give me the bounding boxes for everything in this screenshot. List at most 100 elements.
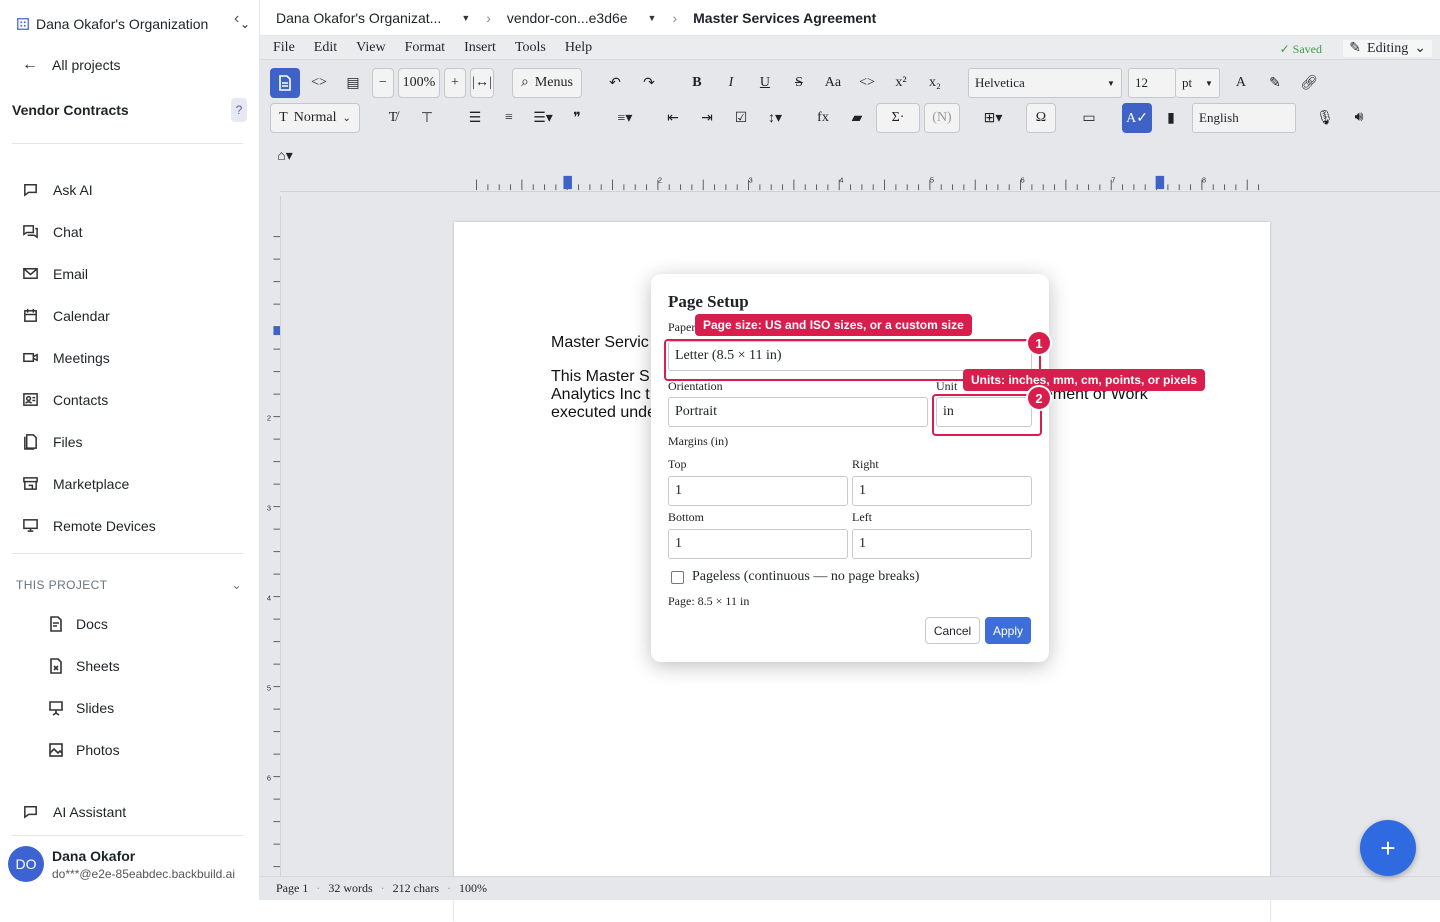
org-switcher[interactable]: Dana Okafor's Organization ⌄ — [16, 16, 250, 32]
document-view-button[interactable] — [270, 68, 300, 98]
orientation-select[interactable]: Portrait — [668, 397, 928, 427]
nav-meetings[interactable]: Meetings — [22, 349, 110, 366]
menus-button[interactable]: ⌕ Menus — [512, 68, 582, 98]
italic-block-button[interactable]: ▰ — [842, 103, 872, 133]
fit-width-button[interactable]: |↔| — [470, 68, 494, 98]
equation-button[interactable]: (N) — [924, 103, 960, 133]
left-margin-marker[interactable] — [563, 175, 572, 190]
project-item-photos[interactable]: Photos — [48, 742, 120, 758]
ruler-number: 5 — [930, 176, 934, 185]
menu-tools[interactable]: Tools — [515, 40, 546, 56]
menu-format[interactable]: Format — [405, 40, 445, 56]
font-size-input[interactable]: 12 — [1127, 68, 1176, 98]
underline-button[interactable]: U — [750, 68, 780, 98]
apply-button[interactable]: Apply — [985, 617, 1031, 644]
text-color-icon: A — [1235, 75, 1247, 90]
pageless-checkbox[interactable] — [671, 570, 684, 584]
special-char-button[interactable]: Ω — [1026, 103, 1056, 133]
text-color-button[interactable]: A — [1226, 68, 1256, 98]
nav-chat[interactable]: Chat — [22, 223, 83, 240]
formula-button[interactable]: fx — [808, 103, 838, 133]
zoom-in-button[interactable]: + — [444, 68, 466, 98]
italic-button[interactable]: I — [716, 68, 746, 98]
menu-insert[interactable]: Insert — [464, 40, 496, 56]
help-icon[interactable]: ? — [231, 98, 247, 122]
checklist-button[interactable]: ☑ — [726, 103, 756, 133]
redo-icon: ↷ — [643, 75, 655, 91]
align-button[interactable]: ≡▾ — [610, 103, 640, 133]
bookmark-button[interactable]: ▮ — [1156, 103, 1186, 133]
read-aloud-button[interactable]: 🔊︎ — [1344, 103, 1374, 133]
shapes-button[interactable]: ⌂▾ — [270, 140, 300, 170]
bottom-margin-input[interactable]: 1 — [668, 529, 848, 559]
quote-button[interactable]: ❞ — [562, 103, 592, 133]
list-options-button[interactable]: ☰▾ — [528, 103, 558, 133]
add-fab-button[interactable]: + — [1360, 820, 1416, 876]
menu-view[interactable]: View — [356, 40, 385, 56]
sum-button[interactable]: Σ· — [876, 103, 920, 133]
nav-ask-ai[interactable]: Ask AI — [22, 181, 93, 198]
nav-label: Contacts — [53, 391, 109, 408]
redo-button[interactable]: ↷ — [634, 68, 664, 98]
font-unit-value: pt — [1181, 75, 1193, 90]
top-margin-input[interactable]: 1 — [668, 476, 848, 506]
highlight-button[interactable]: ✎ — [1260, 68, 1290, 98]
line-spacing-button[interactable]: ↕▾ — [760, 103, 790, 133]
all-projects-link[interactable]: ← All projects — [22, 56, 120, 74]
paragraph-style-select[interactable]: T Normal ⌄ — [270, 103, 360, 133]
outdent-button[interactable]: ⇤ — [658, 103, 688, 133]
spellcheck-button[interactable]: A✓ — [1122, 103, 1152, 133]
menu-file[interactable]: File — [273, 40, 295, 56]
bullet-list-button[interactable]: ☰ — [460, 103, 490, 133]
source-view-button[interactable]: <> — [304, 68, 334, 98]
language-select[interactable]: English — [1192, 103, 1296, 133]
numbered-list-button[interactable]: ≡ — [494, 103, 524, 133]
user-profile[interactable]: DO Dana Okafor do***@e2e-85eabdec.backbu… — [8, 846, 235, 882]
mode-dropdown[interactable]: ✎ Editing ⌄ — [1343, 40, 1432, 57]
paint-format-button[interactable]: ⊤ — [412, 103, 442, 133]
caret-down-icon[interactable]: ▼ — [461, 13, 470, 23]
top-margin-marker[interactable] — [273, 326, 280, 336]
project-item-sheets[interactable]: Sheets — [48, 658, 120, 674]
page-setup-button[interactable]: ▭ — [1074, 103, 1104, 133]
nav-calendar[interactable]: Calendar — [22, 307, 110, 324]
nav-marketplace[interactable]: Marketplace — [22, 475, 129, 492]
breadcrumb-folder[interactable]: vendor-con...e3d6e — [507, 10, 628, 26]
table-button[interactable]: ⊞▾ — [978, 103, 1008, 133]
right-margin-marker[interactable] — [1155, 175, 1165, 190]
menu-help[interactable]: Help — [565, 40, 592, 56]
strikethrough-button[interactable]: S — [784, 68, 814, 98]
nav-contacts[interactable]: Contacts — [22, 391, 108, 408]
pageless-option[interactable]: Pageless (continuous — no page breaks) — [671, 569, 919, 585]
nav-ai-assistant[interactable]: AI Assistant — [22, 803, 126, 820]
subscript-button[interactable]: x₂ — [920, 68, 950, 98]
project-item-docs[interactable]: Docs — [48, 616, 108, 632]
indent-button[interactable]: ⇥ — [692, 103, 722, 133]
collapse-sidebar-icon[interactable]: ‹ — [234, 10, 239, 28]
split-view-button[interactable]: ▤ — [338, 68, 368, 98]
font-unit-select[interactable]: pt ▼ — [1175, 68, 1220, 98]
nav-email[interactable]: Email — [22, 265, 88, 282]
zoom-level[interactable]: 100% — [398, 68, 440, 98]
undo-button[interactable]: ↶ — [600, 68, 630, 98]
nav-remote-devices[interactable]: Remote Devices — [22, 517, 156, 534]
link-button[interactable]: 🔗︎ — [1294, 68, 1324, 98]
clear-format-button[interactable]: T̸ — [378, 103, 408, 133]
inline-code-button[interactable]: <> — [852, 68, 882, 98]
breadcrumb-org[interactable]: Dana Okafor's Organizat... — [276, 10, 441, 26]
case-button[interactable]: Aa — [818, 68, 848, 98]
shapes-icon: ⌂▾ — [277, 146, 293, 163]
left-margin-input[interactable]: 1 — [852, 529, 1032, 559]
caret-down-icon[interactable]: ▼ — [648, 13, 657, 23]
nav-files[interactable]: Files — [22, 433, 83, 450]
superscript-button[interactable]: x² — [886, 68, 916, 98]
font-family-select[interactable]: Helvetica ▼ — [967, 68, 1122, 98]
dictate-button[interactable]: 🎙︎ — [1310, 103, 1340, 133]
this-project-section[interactable]: THIS PROJECT ⌄ — [16, 578, 242, 592]
bold-button[interactable]: B — [682, 68, 712, 98]
menu-edit[interactable]: Edit — [314, 40, 337, 56]
right-margin-input[interactable]: 1 — [852, 476, 1032, 506]
project-item-slides[interactable]: Slides — [48, 700, 114, 716]
cancel-button[interactable]: Cancel — [925, 617, 980, 644]
zoom-out-button[interactable]: − — [372, 68, 394, 98]
